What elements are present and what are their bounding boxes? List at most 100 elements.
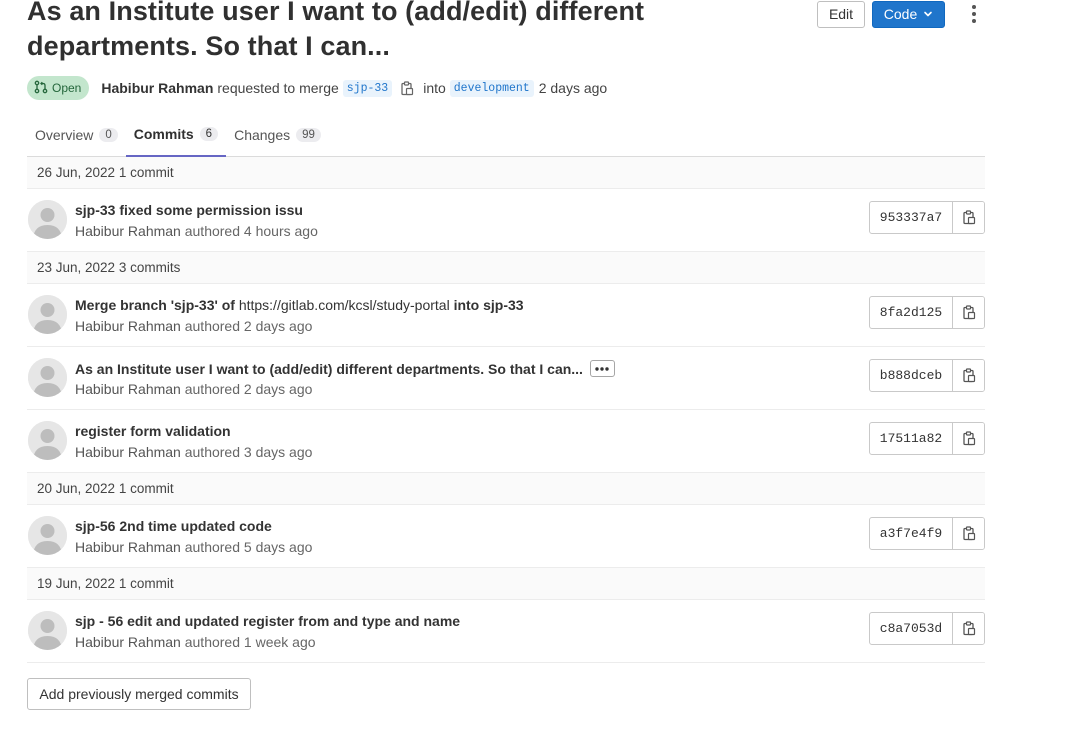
avatar[interactable]	[28, 295, 67, 334]
copy-sha-icon[interactable]	[953, 613, 984, 644]
commit-title-link[interactable]: As an Institute user I want to (add/edit…	[75, 361, 583, 377]
commit-author-link[interactable]: Habibur Rahman	[75, 381, 181, 397]
merge-request-meta: Open Habibur Rahman requested to merge s…	[27, 76, 607, 100]
commit-row: As an Institute user I want to (add/edit…	[27, 347, 985, 410]
commit-row: Merge branch 'sjp-33' of https://gitlab.…	[27, 284, 985, 347]
commit-time: 5 days ago	[243, 539, 313, 555]
mr-tabs: Overview 0 Commits 6 Changes 99	[27, 112, 985, 157]
tab-overview[interactable]: Overview 0	[27, 112, 126, 157]
mr-author-link[interactable]: Habibur Rahman	[101, 80, 213, 96]
commit-author-link[interactable]: Habibur Rahman	[75, 444, 181, 460]
day-header: 23 Jun, 2022 3 commits	[27, 252, 985, 284]
authored-text: authored	[184, 444, 241, 460]
day-header: 20 Jun, 2022 1 commit	[27, 473, 985, 505]
commit-author-line: Habibur Rahman authored 2 days ago	[75, 318, 312, 334]
merge-request-icon	[34, 80, 48, 97]
commit-author-link[interactable]: Habibur Rahman	[75, 634, 181, 650]
commit-title-link[interactable]: register form validation	[75, 423, 231, 439]
commit-time: 3 days ago	[243, 444, 313, 460]
copy-sha-icon[interactable]	[953, 518, 984, 549]
ellipsis-icon	[595, 366, 610, 371]
mr-time: 2 days ago	[538, 80, 608, 96]
commit-row: sjp-33 fixed some permission issu Habibu…	[27, 189, 985, 252]
status-label: Open	[52, 81, 82, 95]
commit-title-row: As an Institute user I want to (add/edit…	[75, 360, 615, 377]
tab-count-badge: 6	[199, 126, 219, 141]
commit-sha-group: 8fa2d125	[869, 296, 985, 329]
mr-action-text: requested to merge	[217, 80, 339, 96]
commit-title-link[interactable]: sjp - 56 edit and updated register from …	[75, 613, 460, 629]
page-title: As an Institute user I want to (add/edit…	[27, 0, 645, 61]
commit-author-line: Habibur Rahman authored 2 days ago	[75, 381, 312, 397]
copy-sha-icon[interactable]	[953, 202, 984, 233]
code-button-label: Code	[883, 6, 918, 22]
commit-time: 1 week ago	[243, 634, 316, 650]
target-branch-chip[interactable]: development	[449, 79, 534, 97]
day-header: 26 Jun, 2022 1 commit	[27, 157, 985, 189]
commit-time: 4 hours ago	[243, 223, 318, 239]
merge-request-page: As an Institute user I want to (add/edit…	[0, 0, 1068, 746]
avatar[interactable]	[28, 516, 67, 555]
commit-author-line: Habibur Rahman authored 4 hours ago	[75, 223, 318, 239]
commit-sha-button[interactable]: 953337a7	[870, 202, 953, 233]
commit-author-link[interactable]: Habibur Rahman	[75, 318, 181, 334]
chevron-down-icon	[923, 6, 933, 22]
tab-label: Commits	[133, 125, 194, 142]
commit-sha-group: 953337a7	[869, 201, 985, 234]
commit-author-link[interactable]: Habibur Rahman	[75, 223, 181, 239]
commit-row: sjp-56 2nd time updated code Habibur Rah…	[27, 505, 985, 568]
commit-title-suffix: into sjp-33	[449, 297, 524, 313]
commit-title-prefix: Merge branch 'sjp-33' of	[75, 297, 239, 313]
commit-title-link[interactable]: sjp-56 2nd time updated code	[75, 518, 272, 534]
commit-author-line: Habibur Rahman authored 1 week ago	[75, 634, 316, 650]
authored-text: authored	[184, 634, 241, 650]
copy-sha-icon[interactable]	[953, 423, 984, 454]
avatar[interactable]	[28, 421, 67, 460]
commit-author-link[interactable]: Habibur Rahman	[75, 539, 181, 555]
into-text: into	[423, 80, 446, 96]
more-actions-icon[interactable]	[960, 0, 988, 28]
code-dropdown-button[interactable]: Code	[872, 0, 945, 28]
copy-sha-icon[interactable]	[953, 360, 984, 391]
commit-time: 2 days ago	[243, 318, 313, 334]
authored-text: authored	[184, 381, 241, 397]
commit-sha-button[interactable]: c8a7053d	[870, 613, 953, 644]
commit-sha-button[interactable]: 8fa2d125	[870, 297, 953, 328]
avatar[interactable]	[28, 611, 67, 650]
commit-sha-button[interactable]: b888dceb	[870, 360, 953, 391]
commit-row: register form validation Habibur Rahman …	[27, 410, 985, 473]
tab-count-badge: 99	[296, 127, 321, 142]
commit-list: 26 Jun, 2022 1 commit sjp-33 fixed some …	[27, 157, 985, 663]
commit-sha-group: b888dceb	[869, 359, 985, 392]
commit-author-line: Habibur Rahman authored 5 days ago	[75, 539, 312, 555]
tab-count-badge: 0	[99, 127, 118, 142]
commit-sha-group: 17511a82	[869, 422, 985, 455]
status-badge: Open	[27, 76, 90, 100]
commit-title-link[interactable]: Merge branch 'sjp-33' of https://gitlab.…	[75, 297, 524, 313]
commit-author-line: Habibur Rahman authored 3 days ago	[75, 444, 312, 460]
commit-time: 2 days ago	[243, 381, 313, 397]
edit-button[interactable]: Edit	[817, 0, 865, 28]
authored-text: authored	[184, 539, 241, 555]
avatar[interactable]	[28, 200, 67, 239]
avatar[interactable]	[28, 358, 67, 397]
commit-sha-group: c8a7053d	[869, 612, 985, 645]
copy-sha-icon[interactable]	[953, 297, 984, 328]
header-actions: Edit Code	[817, 0, 988, 28]
commit-sha-button[interactable]: 17511a82	[870, 423, 953, 454]
day-header: 19 Jun, 2022 1 commit	[27, 568, 985, 600]
commit-title-url: https://gitlab.com/kcsl/study-portal	[238, 297, 450, 313]
authored-text: authored	[184, 318, 241, 334]
commit-row: sjp - 56 edit and updated register from …	[27, 600, 985, 663]
tab-label: Changes	[234, 126, 291, 143]
expand-description-button[interactable]	[589, 360, 615, 377]
source-branch-chip[interactable]: sjp-33	[342, 79, 393, 97]
add-previously-merged-commits-button[interactable]: Add previously merged commits	[27, 678, 251, 710]
commit-sha-group: a3f7e4f9	[869, 517, 985, 550]
tab-changes[interactable]: Changes 99	[226, 112, 329, 157]
commit-sha-button[interactable]: a3f7e4f9	[870, 518, 953, 549]
tab-commits[interactable]: Commits 6	[125, 112, 227, 157]
commit-title-link[interactable]: sjp-33 fixed some permission issu	[75, 202, 303, 218]
copy-branch-icon[interactable]	[400, 80, 414, 96]
tab-label: Overview	[35, 126, 94, 143]
